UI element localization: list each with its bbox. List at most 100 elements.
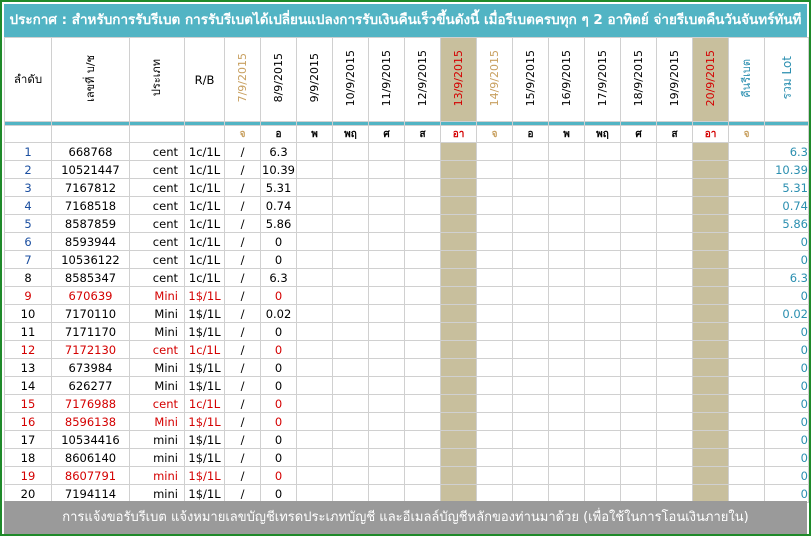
row-date-cell: [692, 250, 729, 269]
row-date-cell: [476, 178, 513, 197]
row-date-cell: [404, 394, 441, 413]
table-row: 5 8587859 cent 1c/1L/5.86 5.86: [4, 214, 809, 233]
row-date-cell: [404, 376, 441, 395]
row-rb: 1$/1L: [184, 430, 225, 449]
row-account: 7194114: [51, 484, 130, 503]
row-date-cell: [368, 196, 405, 215]
header-date-6: 13/9/2015: [440, 37, 477, 122]
row-date-cell: [368, 142, 405, 161]
row-total-lot: 0: [764, 466, 809, 485]
header-date-10: 17/9/2015: [584, 37, 621, 122]
row-date-cell: [296, 466, 333, 485]
row-date-cell: [548, 232, 585, 251]
row-date-cell: [332, 358, 369, 377]
row-date-cell: [512, 340, 549, 359]
row-date-cell: [692, 340, 729, 359]
row-date-cell: [692, 412, 729, 431]
row-date-cell: [296, 196, 333, 215]
row-date-cell: [296, 232, 333, 251]
row-date-cell: [656, 250, 693, 269]
row-type: mini: [129, 484, 185, 503]
row-type: Mini: [129, 286, 185, 305]
row-date-cell: [584, 160, 621, 179]
row-index: 14: [4, 376, 52, 395]
rebate-sheet: ประกาศ : สำหรับการรับรีเบต การรับรีเบตได…: [0, 0, 811, 536]
row-date-cell: [404, 268, 441, 287]
row-rb: 1$/1L: [184, 358, 225, 377]
row-date-cell: [584, 412, 621, 431]
table-row: 19 8607791 mini 1$/1L/0 0: [4, 466, 809, 485]
row-type: cent: [129, 142, 185, 161]
header-date-1: 8/9/2015: [260, 37, 297, 122]
row-date-cell: [368, 304, 405, 323]
row-type: cent: [129, 232, 185, 251]
row-date-cell: [512, 196, 549, 215]
row-rb: 1$/1L: [184, 322, 225, 341]
row-date-cell: [692, 178, 729, 197]
row-date-cell: [512, 232, 549, 251]
row-date-cell: [584, 322, 621, 341]
row-date-cell: [440, 448, 477, 467]
row-date-cell: [404, 250, 441, 269]
row-date-cell: [296, 484, 333, 503]
row-date-cell: [584, 214, 621, 233]
row-date-cell: [440, 430, 477, 449]
row-rebate: [728, 358, 765, 377]
row-rebate: [728, 376, 765, 395]
row-rb: 1c/1L: [184, 250, 225, 269]
weekday-4: ศ: [368, 125, 405, 143]
row-date-cell: [440, 178, 477, 197]
row-type: cent: [129, 394, 185, 413]
row-date-cell: [656, 358, 693, 377]
row-date-cell: [512, 484, 549, 503]
row-account: 8606140: [51, 448, 130, 467]
row-total-lot: 0.02: [764, 304, 809, 323]
row-total-lot: 0: [764, 322, 809, 341]
row-date-cell: [476, 142, 513, 161]
row-mon-value: 0: [260, 376, 297, 395]
row-date-cell: [512, 322, 549, 341]
row-date-cell: [584, 430, 621, 449]
row-type: mini: [129, 448, 185, 467]
row-index: 13: [4, 358, 52, 377]
row-date-cell: [620, 448, 657, 467]
row-date-cell: [368, 214, 405, 233]
row-date-cell: [296, 358, 333, 377]
row-type: mini: [129, 466, 185, 485]
row-type: mini: [129, 430, 185, 449]
row-mon-value: 0: [260, 232, 297, 251]
row-date-cell: [332, 178, 369, 197]
weekday-7: จ: [476, 125, 513, 143]
row-total-lot: 10.39: [764, 160, 809, 179]
row-date-cell: [440, 466, 477, 485]
row-date-cell: [656, 196, 693, 215]
row-date-cell: [512, 394, 549, 413]
row-date-cell: [692, 196, 729, 215]
row-total-lot: 0: [764, 286, 809, 305]
row-date-cell: [512, 286, 549, 305]
row-date-cell: [656, 268, 693, 287]
row-date-cell: [512, 304, 549, 323]
row-date-cell: [548, 448, 585, 467]
row-total-lot: 5.31: [764, 178, 809, 197]
row-type: cent: [129, 268, 185, 287]
row-date-cell: [620, 232, 657, 251]
row-rb: 1$/1L: [184, 466, 225, 485]
row-date-cell: [404, 304, 441, 323]
row-date-cell: [656, 178, 693, 197]
row-date-cell: [332, 286, 369, 305]
row-date-cell: [440, 358, 477, 377]
row-type: Mini: [129, 322, 185, 341]
header-type: ประเภท: [129, 37, 185, 122]
row-date-cell: [584, 268, 621, 287]
row-date-cell: [368, 268, 405, 287]
row-date-cell: [692, 394, 729, 413]
row-date-cell: [548, 412, 585, 431]
row-index: 12: [4, 340, 52, 359]
row-date-cell: [476, 286, 513, 305]
row-date-cell: [692, 214, 729, 233]
row-index: 7: [4, 250, 52, 269]
row-date-cell: [332, 160, 369, 179]
row-total-lot: 0: [764, 394, 809, 413]
row-date-cell: [404, 160, 441, 179]
